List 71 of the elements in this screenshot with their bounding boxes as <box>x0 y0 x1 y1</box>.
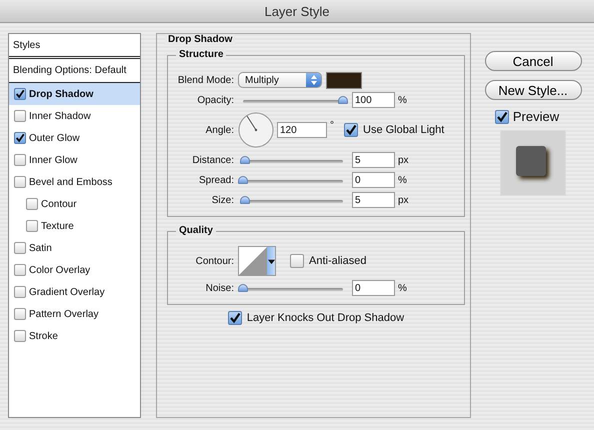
list-item[interactable]: Drop Shadow <box>9 83 140 105</box>
list-item[interactable]: Gradient Overlay <box>9 281 140 303</box>
field-label: Angle: <box>204 124 234 136</box>
list-item[interactable]: Satin <box>9 237 140 259</box>
unit-label: px <box>398 194 409 206</box>
list-item[interactable]: Stroke <box>9 325 140 347</box>
color-swatch[interactable] <box>326 72 362 88</box>
input-field[interactable]: 5 <box>352 152 395 168</box>
slider-thumb[interactable] <box>240 156 250 164</box>
caret-icon <box>268 258 274 264</box>
checkbox[interactable] <box>14 110 26 122</box>
slider-thumb[interactable] <box>338 96 348 104</box>
angle-dial[interactable] <box>238 112 274 148</box>
unit-label: % <box>398 94 407 106</box>
checkbox-label: Preview <box>512 109 560 124</box>
checkbox[interactable] <box>14 88 26 100</box>
list-item[interactable]: Color Overlay <box>9 259 140 281</box>
input-field[interactable]: 0 <box>352 280 395 296</box>
dialog-button[interactable]: Cancel <box>484 51 582 71</box>
list-item[interactable]: Contour <box>9 193 140 215</box>
field-label: Distance: <box>191 154 234 166</box>
checkbox[interactable] <box>14 330 26 342</box>
blend-mode-dropdown[interactable]: Multiply <box>238 72 322 88</box>
section-title: Structure <box>176 49 226 60</box>
field-label: Spread: <box>198 174 234 186</box>
input-field[interactable]: 120 <box>277 122 327 138</box>
checkbox[interactable] <box>290 254 304 268</box>
list-item[interactable]: Bevel and Emboss <box>9 171 140 193</box>
unit-label: % <box>398 282 407 294</box>
dialog-button[interactable]: New Style... <box>484 80 582 100</box>
list-item[interactable]: Pattern Overlay <box>9 303 140 325</box>
checkbox[interactable] <box>26 220 38 232</box>
list-item[interactable]: Texture <box>9 215 140 237</box>
field-label: Contour: <box>194 256 234 266</box>
checkbox-label: Use Global Light <box>363 124 444 136</box>
checkbox[interactable] <box>14 242 26 254</box>
checkbox[interactable] <box>26 198 38 210</box>
unit-label: ° <box>330 120 334 131</box>
field-label: Noise: <box>204 282 234 294</box>
list-item[interactable]: Inner Glow <box>9 149 140 171</box>
checkbox[interactable] <box>14 154 26 166</box>
list-item[interactable]: Inner Shadow <box>9 105 140 127</box>
checkbox-label: Layer Knocks Out Drop Shadow <box>246 312 404 324</box>
list-item[interactable]: Outer Glow <box>9 127 140 149</box>
window-title: Layer Style <box>264 4 330 18</box>
checkbox[interactable] <box>14 176 26 188</box>
unit-label: px <box>398 154 409 166</box>
styles-header: Styles <box>9 34 140 59</box>
slider-thumb[interactable] <box>238 176 248 184</box>
input-field[interactable]: 100 <box>352 92 395 108</box>
checkbox[interactable] <box>14 308 26 320</box>
checkbox-label: Anti-aliased <box>309 255 366 267</box>
checkbox[interactable] <box>228 311 242 325</box>
slider-thumb[interactable] <box>238 284 248 292</box>
checkbox[interactable] <box>14 286 26 298</box>
field-label: Opacity: <box>196 94 234 106</box>
shadowed-square-icon <box>516 146 546 176</box>
contour-picker[interactable] <box>238 246 276 276</box>
input-field[interactable]: 5 <box>352 192 395 208</box>
field-label: Size: <box>210 194 234 206</box>
unit-label: % <box>398 174 407 186</box>
checkbox[interactable] <box>14 264 26 276</box>
input-field[interactable]: 0 <box>352 172 395 188</box>
checkbox[interactable] <box>14 132 26 144</box>
section-title: Quality <box>176 225 216 236</box>
slider-thumb[interactable] <box>240 196 250 204</box>
checkbox[interactable] <box>494 110 509 124</box>
checkbox[interactable] <box>344 123 358 137</box>
field-label: Blend Mode: <box>176 74 234 86</box>
section-title: Drop Shadow <box>165 34 236 45</box>
up-down-arrows-icon <box>310 74 318 86</box>
